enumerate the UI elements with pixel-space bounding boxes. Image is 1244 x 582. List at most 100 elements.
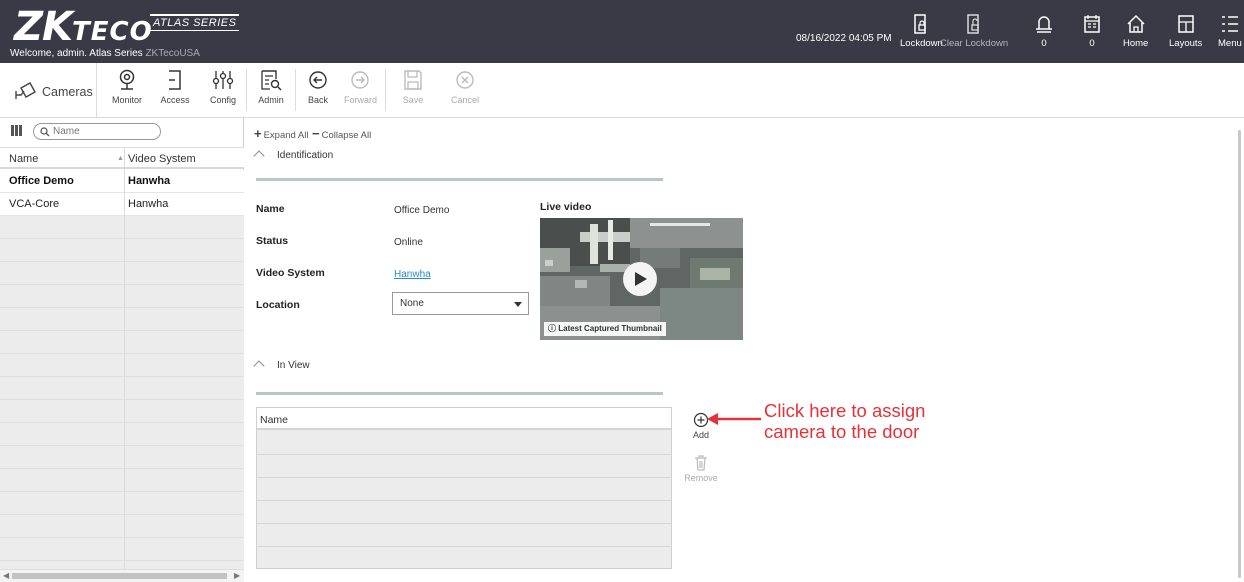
back-icon <box>309 71 327 89</box>
cancel-button[interactable]: Cancel <box>450 69 480 105</box>
alarms-button[interactable]: 0 <box>1035 14 1053 49</box>
section-divider <box>256 178 663 181</box>
empty-row <box>0 262 244 285</box>
bell-icon <box>1036 16 1052 33</box>
empty-row <box>0 216 244 239</box>
play-icon <box>635 272 647 286</box>
top-bar: ZKTECO ATLAS SERIES Welcome, admin. Atla… <box>0 0 1244 63</box>
camera-search-box <box>33 123 161 140</box>
caret-down-icon <box>514 302 522 307</box>
empty-row <box>0 400 244 423</box>
toolbar-divider <box>385 69 386 111</box>
admin-icon <box>261 70 282 91</box>
camera-detail-panel: + Expand All − Collapse All Identification… <box>245 118 1244 582</box>
identification-section-toggle[interactable]: Identification <box>253 150 333 162</box>
section-divider <box>256 392 663 395</box>
trash-icon <box>695 455 707 471</box>
in-view-row-divider <box>257 477 671 478</box>
config-icon <box>212 71 234 89</box>
scrollbar-thumb[interactable] <box>12 573 227 579</box>
empty-row <box>0 377 244 400</box>
clear-lockdown-button[interactable]: Clear Lockdown <box>940 14 1008 49</box>
location-select[interactable]: None <box>392 292 529 315</box>
scroll-left-icon[interactable]: ◀ <box>3 571 9 580</box>
calendar-icon <box>1084 15 1100 33</box>
empty-row <box>0 354 244 377</box>
table-row[interactable]: VCA-Core Hanwha <box>0 193 244 216</box>
column-chooser-icon[interactable] <box>11 125 23 136</box>
column-header-video-system[interactable]: Video System <box>128 153 196 165</box>
zkteco-logo: ZKTECO <box>14 4 153 50</box>
annotation-arrow-icon <box>707 413 761 425</box>
search-input[interactable] <box>53 125 153 138</box>
events-button[interactable]: 0 <box>1083 14 1101 49</box>
location-label: Location <box>256 299 300 311</box>
cancel-icon <box>456 71 474 89</box>
layouts-button[interactable]: Layouts <box>1169 14 1202 49</box>
back-button[interactable]: Back <box>305 69 331 105</box>
name-value: Office Demo <box>394 205 450 216</box>
toolbar-divider <box>246 69 247 111</box>
plus-icon: + <box>254 126 262 141</box>
forward-button[interactable]: Forward <box>344 69 377 105</box>
save-icon <box>404 70 422 90</box>
lockdown-button[interactable]: Lockdown <box>900 14 943 49</box>
annotation-callout: Click here to assign camera to the door <box>764 400 926 442</box>
vertical-scrollbar[interactable] <box>1238 130 1241 578</box>
play-button[interactable] <box>623 262 657 296</box>
monitor-icon <box>119 69 135 90</box>
live-video-thumbnail[interactable]: ⓘ Latest Captured Thumbnail <box>540 218 743 340</box>
in-view-row-divider <box>257 454 671 455</box>
menu-icon <box>1221 16 1238 32</box>
empty-row <box>0 308 244 331</box>
atlas-series-badge: ATLAS SERIES <box>150 14 240 31</box>
column-divider <box>124 147 125 570</box>
empty-row <box>0 446 244 469</box>
chevron-up-icon <box>253 360 265 372</box>
expand-all-button[interactable]: + Expand All <box>254 126 309 141</box>
in-view-row-divider <box>257 546 671 547</box>
in-view-table: Name <box>256 407 672 569</box>
home-button[interactable]: Home <box>1123 14 1148 49</box>
minus-icon: − <box>312 126 320 141</box>
menu-button[interactable]: Menu <box>1218 14 1242 49</box>
datetime-display: 08/16/2022 04:05 PM <box>796 33 892 44</box>
empty-row <box>0 561 244 570</box>
column-header-name[interactable]: Name <box>9 153 38 165</box>
camera-grid-header: Name ▲ Video System <box>0 147 244 169</box>
access-button[interactable]: Access <box>160 69 190 105</box>
empty-row <box>0 469 244 492</box>
video-system-link[interactable]: Hanwha <box>394 269 431 280</box>
empty-row <box>0 538 244 561</box>
horizontal-scrollbar[interactable]: ◀ ▶ <box>0 570 244 582</box>
remove-camera-button[interactable]: Remove <box>681 455 721 483</box>
monitor-button[interactable]: Monitor <box>110 69 144 105</box>
cameras-module-tab[interactable]: Cameras <box>0 63 97 118</box>
video-system-label: Video System <box>256 267 325 279</box>
info-icon: ⓘ <box>548 324 556 333</box>
config-button[interactable]: Config <box>208 69 238 105</box>
search-icon <box>40 127 50 137</box>
admin-button[interactable]: Admin <box>256 69 286 105</box>
forward-icon <box>351 71 369 89</box>
status-label: Status <box>256 235 289 247</box>
in-view-row-divider <box>257 500 671 501</box>
save-button[interactable]: Save <box>400 69 426 105</box>
in-view-section-toggle[interactable]: In View <box>253 360 310 372</box>
lockdown-icon <box>914 14 927 34</box>
chevron-up-icon <box>253 150 265 162</box>
in-view-row-divider <box>257 523 671 524</box>
live-video-label: Live video <box>540 201 592 213</box>
welcome-text: Welcome, admin. Atlas Series ZKTecoUSA <box>10 48 200 59</box>
in-view-table-header: Name <box>257 408 671 430</box>
table-row[interactable]: Office Demo Hanwha <box>0 170 244 193</box>
home-icon <box>1127 14 1145 33</box>
empty-row <box>0 515 244 538</box>
scroll-right-icon[interactable]: ▶ <box>234 571 240 580</box>
camera-module-icon <box>15 82 36 99</box>
camera-list-panel: Name ▲ Video System Office Demo Hanwha V… <box>0 118 244 582</box>
layouts-icon <box>1177 15 1194 33</box>
thumbnail-caption: ⓘ Latest Captured Thumbnail <box>544 322 666 336</box>
collapse-all-button[interactable]: − Collapse All <box>312 126 371 141</box>
name-label: Name <box>256 203 285 215</box>
